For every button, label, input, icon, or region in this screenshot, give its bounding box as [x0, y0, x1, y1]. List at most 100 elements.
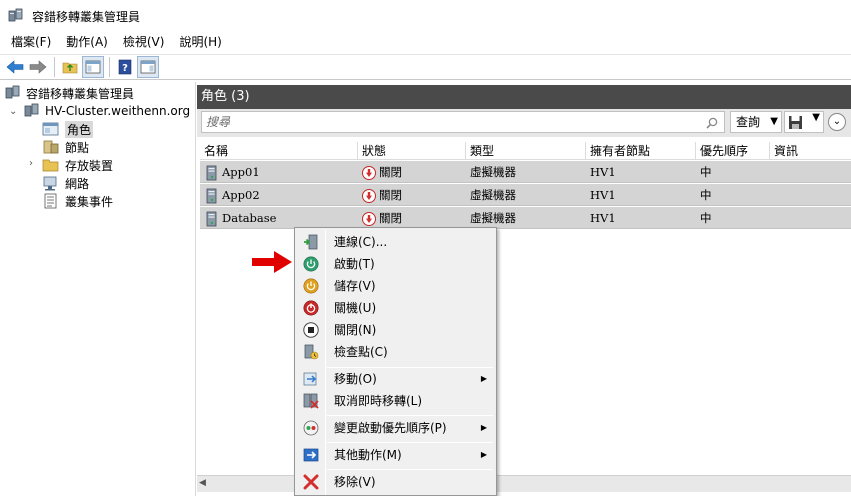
- menu-item-shutdown[interactable]: 關機(U): [297, 297, 494, 319]
- search-icon[interactable]: [706, 115, 718, 135]
- submenu-arrow-icon: ▶: [480, 374, 487, 383]
- scroll-left-icon[interactable]: ◀: [199, 478, 206, 488]
- window-title: 容錯移轉叢集管理員: [32, 9, 141, 24]
- show-hide-tree-icon[interactable]: [82, 56, 104, 78]
- tree-item-networks[interactable]: 網路: [42, 174, 89, 192]
- annotation-arrow-icon: [252, 251, 292, 273]
- column-owner-node[interactable]: 擁有者節點: [586, 142, 696, 160]
- column-name[interactable]: 名稱: [200, 142, 358, 160]
- forward-arrow-icon[interactable]: [27, 56, 49, 78]
- tree-item-roles[interactable]: 角色: [42, 120, 94, 138]
- toolbar-separator: [109, 57, 110, 77]
- table-row[interactable]: App02 關閉 虛擬機器 HV1 中: [200, 184, 851, 206]
- priority-cell: 中: [700, 188, 712, 202]
- cluster-name: HV-Cluster.weithenn.org: [45, 104, 191, 118]
- cluster-manager-icon: [8, 8, 24, 24]
- menu-item-connect[interactable]: 連線(C)...: [297, 231, 494, 253]
- menu-separator: [327, 469, 493, 470]
- vm-name-cell: Database: [200, 207, 276, 229]
- menu-item-label: 儲存(V): [334, 279, 376, 293]
- menu-item-turn-off[interactable]: 關閉(N): [297, 319, 494, 341]
- menu-file[interactable]: 檔案(F): [5, 32, 57, 52]
- table-row[interactable]: App01 關閉 虛擬機器 HV1 中: [200, 161, 851, 183]
- column-type[interactable]: 類型: [466, 142, 586, 160]
- chevron-down-icon: ▼: [770, 116, 778, 127]
- storage-folder-icon: [42, 159, 59, 172]
- table-row[interactable]: Database 關閉 虛擬機器 HV1 中: [200, 207, 851, 229]
- show-hide-action-pane-icon[interactable]: [137, 56, 159, 78]
- column-status[interactable]: 狀態: [358, 142, 466, 160]
- off-status-icon: [362, 189, 376, 203]
- toolbar: ?: [0, 54, 851, 80]
- menu-action[interactable]: 動作(A): [60, 32, 114, 52]
- menu-help[interactable]: 說明(H): [173, 32, 227, 52]
- menu-item-checkpoint[interactable]: 檢查點(C): [297, 341, 494, 363]
- title-bar: 容錯移轉叢集管理員: [0, 0, 851, 32]
- tree-item-cluster-events[interactable]: 叢集事件: [42, 192, 113, 210]
- owner-node-cell: HV1: [590, 165, 616, 179]
- search-placeholder: 搜尋: [206, 115, 231, 129]
- status-cell: 關閉: [358, 161, 402, 183]
- menu-item-label: 檢查點(C): [334, 345, 388, 359]
- menu-item-label: 取消即時移轉(L): [334, 394, 423, 408]
- move-icon: [303, 372, 317, 386]
- column-information[interactable]: 資訊: [770, 142, 851, 160]
- status-text: 關閉: [379, 188, 402, 202]
- menu-bar: 檔案(F) 動作(A) 檢視(V) 說明(H): [0, 32, 851, 52]
- vm-icon: [206, 165, 217, 181]
- column-priority[interactable]: 優先順序: [696, 142, 770, 160]
- menu-item-save[interactable]: 儲存(V): [297, 275, 494, 297]
- tree-item-cluster[interactable]: HV-Cluster.weithenn.org: [24, 102, 190, 120]
- toolbar-separator: [54, 57, 55, 77]
- vm-icon: [206, 188, 217, 204]
- cluster-events-icon: [44, 193, 57, 209]
- tree-root-label: 容錯移轉叢集管理員: [26, 86, 135, 101]
- expand-collapse-icon[interactable]: ⌄: [828, 113, 846, 131]
- chevron-down-icon[interactable]: ⌄: [9, 107, 19, 117]
- menu-item-start[interactable]: 啟動(T): [297, 253, 494, 275]
- tree-item-nodes[interactable]: 節點: [42, 138, 89, 156]
- save-query-button[interactable]: ▼: [784, 111, 824, 133]
- menu-item-remove[interactable]: 移除(V): [297, 471, 494, 493]
- menu-item-label: 移動(O): [334, 372, 377, 386]
- status-text: 關閉: [379, 211, 402, 225]
- menu-view[interactable]: 檢視(V): [117, 32, 171, 52]
- back-arrow-icon[interactable]: [4, 56, 26, 78]
- menu-item-change-startup-priority[interactable]: 變更啟動優先順序(P) ▶: [297, 417, 494, 439]
- cluster-manager-icon: [5, 85, 20, 99]
- priority-cell: 中: [700, 211, 712, 225]
- navigation-tree: 容錯移轉叢集管理員 ⌄ HV-Cluster.weithenn.org 角色 節…: [0, 82, 196, 496]
- submenu-arrow-icon: ▶: [480, 450, 487, 459]
- chevron-right-icon[interactable]: ›: [29, 159, 39, 169]
- search-input[interactable]: 搜尋: [201, 111, 725, 133]
- priority-icon: [303, 420, 319, 436]
- tree-item-networks-label: 網路: [65, 176, 90, 191]
- pane-title: 角色 (3): [197, 85, 851, 109]
- vm-icon: [206, 211, 217, 227]
- remove-icon: [303, 474, 319, 490]
- menu-separator: [327, 442, 493, 443]
- query-button[interactable]: 查詢 ▼: [730, 111, 782, 133]
- menu-item-move[interactable]: 移動(O) ▶: [297, 368, 494, 390]
- menu-item-label: 移除(V): [334, 475, 376, 489]
- status-text: 關閉: [379, 165, 402, 179]
- filter-bar: 搜尋 查詢 ▼ ▼ ⌄: [197, 109, 851, 137]
- tree-item-storage[interactable]: 存放裝置: [42, 156, 113, 174]
- help-icon[interactable]: ?: [114, 56, 136, 78]
- tree-item-storage-label: 存放裝置: [65, 158, 114, 173]
- tree-item-cluster-events-label: 叢集事件: [65, 194, 114, 209]
- cluster-icon: [24, 103, 39, 117]
- menu-item-label: 變更啟動優先順序(P): [334, 421, 447, 435]
- menu-item-label: 關機(U): [334, 301, 377, 315]
- menu-item-label: 連線(C)...: [334, 235, 388, 249]
- menu-item-more-actions[interactable]: 其他動作(M) ▶: [297, 444, 494, 466]
- vm-name: App01: [222, 165, 260, 179]
- menu-item-cancel-live-migration[interactable]: 取消即時移轉(L): [297, 390, 494, 412]
- menu-separator: [327, 415, 493, 416]
- off-status-icon: [362, 166, 376, 180]
- save-state-icon: [303, 278, 319, 294]
- type-cell: 虛擬機器: [470, 165, 516, 179]
- turn-off-icon: [303, 322, 319, 338]
- up-folder-icon[interactable]: [59, 56, 81, 78]
- tree-root[interactable]: 容錯移轉叢集管理員: [5, 84, 134, 102]
